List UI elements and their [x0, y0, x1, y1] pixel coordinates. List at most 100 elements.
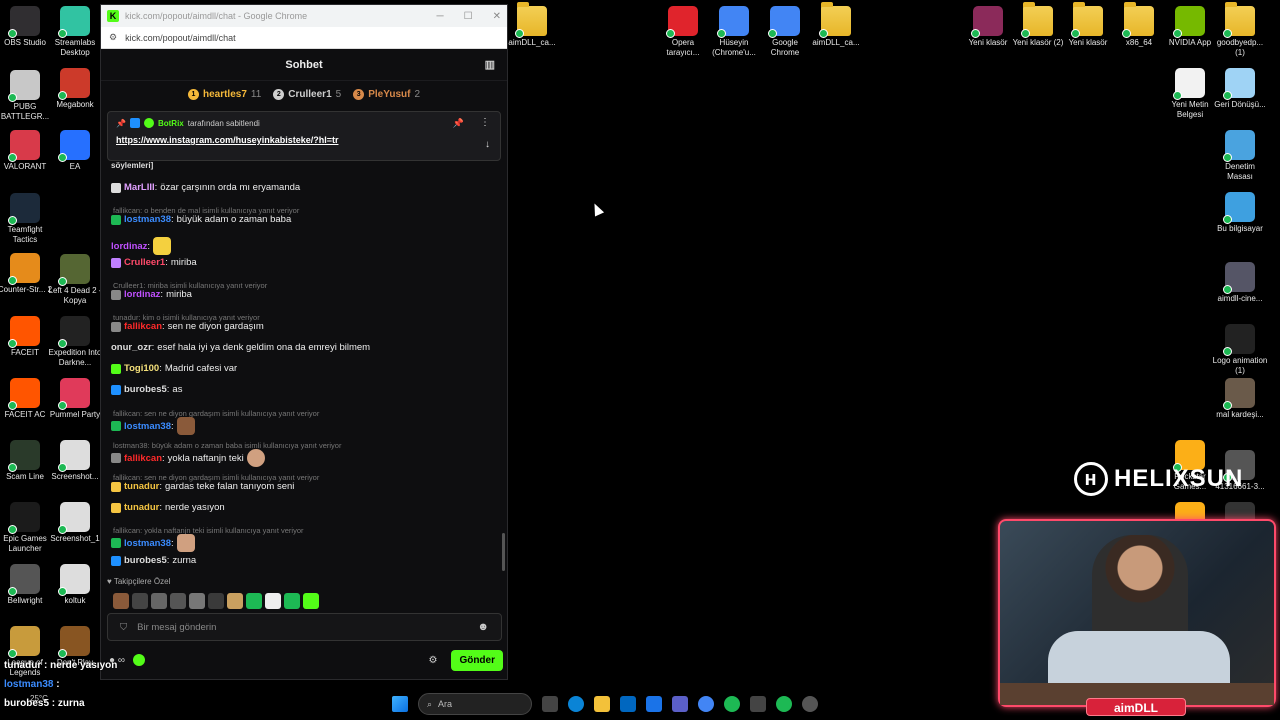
chat-username[interactable]: fallikcan [124, 321, 162, 332]
desktop-icon[interactable]: Yeni klasör [960, 6, 1016, 48]
emote[interactable] [170, 593, 186, 609]
chat-username[interactable]: lordinaz [124, 289, 160, 300]
expand-down-icon[interactable]: ↓ [485, 139, 490, 150]
chat-username[interactable]: lostman38 [124, 214, 171, 225]
desktop-icon[interactable]: PUBG BATTLEGR... [0, 70, 53, 122]
chat-username[interactable]: burobes5 [124, 555, 167, 566]
chat-scrollbar[interactable] [502, 533, 505, 571]
desktop-icon[interactable]: Yeni Metin Belgesi [1162, 68, 1218, 120]
desktop-icon[interactable]: Hüseyin (Chrome'u... [706, 6, 762, 58]
emoji-icon[interactable]: ☻ [477, 621, 489, 633]
chat-username[interactable]: MarLIII [124, 182, 155, 193]
desktop-icon[interactable]: Google Chrome [757, 6, 813, 58]
desktop-icon[interactable]: Bellwright [0, 564, 53, 606]
window-titlebar[interactable]: K kick.com/popout/aimdll/chat - Google C… [101, 5, 507, 27]
taskbar-search[interactable]: ⌕ Ara [418, 693, 532, 715]
store-icon[interactable] [620, 696, 636, 712]
spotify-icon[interactable] [724, 696, 740, 712]
leaderboard-icon[interactable]: ▥ [485, 58, 495, 71]
desktop-icon[interactable]: Streamlabs Desktop [47, 6, 103, 58]
shield-icon[interactable]: ⛉ [120, 622, 127, 633]
chat-input[interactable]: ⛉ Bir mesaj gönderin ☻ [107, 613, 502, 641]
site-info-icon[interactable]: ⚙ [109, 32, 117, 43]
pinned-message[interactable]: 📌 BotRix tarafından sabitlendi https://w… [107, 111, 501, 161]
desktop-icon[interactable]: koltuk [47, 564, 103, 606]
minimize-icon[interactable]: ─ [437, 11, 444, 22]
windows-start-icon[interactable] [392, 696, 408, 712]
emote[interactable] [265, 593, 281, 609]
emote[interactable] [303, 593, 319, 609]
app-icon[interactable] [750, 696, 766, 712]
gifter[interactable]: 1 heartles7 11 [187, 88, 261, 100]
unpin-icon[interactable]: 📌 [453, 118, 464, 129]
maximize-icon[interactable]: ☐ [464, 11, 473, 22]
desktop-icon[interactable]: Screenshot... [47, 440, 103, 482]
desktop-icon[interactable]: Geri Dönüşü... [1212, 68, 1268, 110]
address-bar[interactable]: ⚙ kick.com/popout/aimdll/chat [101, 27, 507, 49]
emote[interactable] [189, 593, 205, 609]
desktop-icon[interactable]: goodbyedp... (1) [1212, 2, 1268, 58]
desktop-icon[interactable]: Left 4 Dead 2 - Kopya [47, 254, 103, 306]
desktop-icon[interactable]: Scam Line [0, 440, 53, 482]
gifter[interactable]: 3 PleYusuf 2 [353, 88, 420, 100]
kick-points-icon[interactable] [132, 654, 145, 666]
chat-username[interactable]: tunadur [124, 481, 159, 492]
desktop-icon[interactable]: Opera tarayıcı... [655, 6, 711, 58]
chat-username[interactable]: burobes5 [124, 384, 167, 395]
desktop-icon[interactable]: VALORANT [0, 130, 53, 172]
weather-widget[interactable]: 25°C [30, 694, 48, 703]
task-view-icon[interactable] [542, 696, 558, 712]
desktop-icon[interactable]: aimDLL_ca... [808, 2, 864, 48]
gifter[interactable]: 2 Crulleer1 5 [273, 88, 341, 100]
chat-username[interactable]: onur_ozr [111, 342, 152, 353]
desktop-icon[interactable]: mal kardeşi... [1212, 378, 1268, 420]
desktop-icon[interactable]: EA [47, 130, 103, 172]
emote[interactable] [151, 593, 167, 609]
emote[interactable] [227, 593, 243, 609]
desktop-icon[interactable]: Yeni klasör [1060, 2, 1116, 48]
chat-username[interactable]: fallikcan [124, 453, 162, 464]
chrome-icon[interactable] [698, 696, 714, 712]
send-button[interactable]: Gönder [451, 649, 503, 671]
close-icon[interactable]: ✕ [493, 11, 501, 22]
desktop-icon[interactable]: Pummel Party [47, 378, 103, 420]
desktop-icon[interactable]: FACEIT AC [0, 378, 53, 420]
desktop-icon[interactable]: NVIDIA App [1162, 6, 1218, 48]
desktop-icon[interactable]: Bu bilgisayar [1212, 192, 1268, 234]
desktop-icon[interactable]: FACEIT [0, 316, 53, 358]
emote[interactable] [132, 593, 148, 609]
pinned-link[interactable]: https://www.instagram.com/huseyinkabiste… [116, 135, 492, 145]
desktop-icon[interactable]: Teamfight Tactics [0, 193, 53, 245]
desktop-icon[interactable]: Yeni klasör (2) [1010, 2, 1066, 48]
desktop-icon[interactable]: aimdll-cine... [1212, 262, 1268, 304]
desktop-icon[interactable]: Megabonk [47, 68, 103, 110]
desktop-icon[interactable]: Logo animation (1) [1212, 324, 1268, 376]
chat-username[interactable]: tunadur [124, 502, 159, 513]
mail-icon[interactable] [646, 696, 662, 712]
desktop-icon[interactable]: OBS Studio [0, 6, 53, 48]
settings-icon[interactable]: ⚙ [428, 655, 437, 666]
chat-username[interactable]: lostman38 [124, 538, 171, 549]
emote[interactable] [246, 593, 262, 609]
chat-username[interactable]: Togi100 [124, 363, 159, 374]
chat-username[interactable]: lordinaz [111, 241, 147, 252]
emote[interactable] [113, 593, 129, 609]
teams-icon[interactable] [672, 696, 688, 712]
desktop-icon[interactable]: Counter-Str... 2 [0, 253, 53, 295]
desktop-icon[interactable]: Denetim Masası [1212, 130, 1268, 182]
file-explorer-icon[interactable] [594, 696, 610, 712]
chat-username[interactable]: lostman38 [124, 421, 171, 432]
desktop-icon[interactable]: aimDLL_ca... [504, 2, 560, 48]
chat-message: lostman38: [111, 417, 195, 435]
kick-icon[interactable] [776, 696, 792, 712]
more-options-icon[interactable]: ⋮ [480, 117, 490, 128]
chat-username[interactable]: Crulleer1 [124, 257, 165, 268]
desktop-icon[interactable]: Expedition Into Darkne... [47, 316, 103, 368]
edge-icon[interactable] [568, 696, 584, 712]
app-icon[interactable] [802, 696, 818, 712]
emote[interactable] [284, 593, 300, 609]
desktop-icon[interactable]: Epic Games Launcher [0, 502, 53, 554]
desktop-icon[interactable]: Screenshot_1 [47, 502, 103, 544]
emote[interactable] [208, 593, 224, 609]
desktop-icon[interactable]: x86_64 [1111, 2, 1167, 48]
